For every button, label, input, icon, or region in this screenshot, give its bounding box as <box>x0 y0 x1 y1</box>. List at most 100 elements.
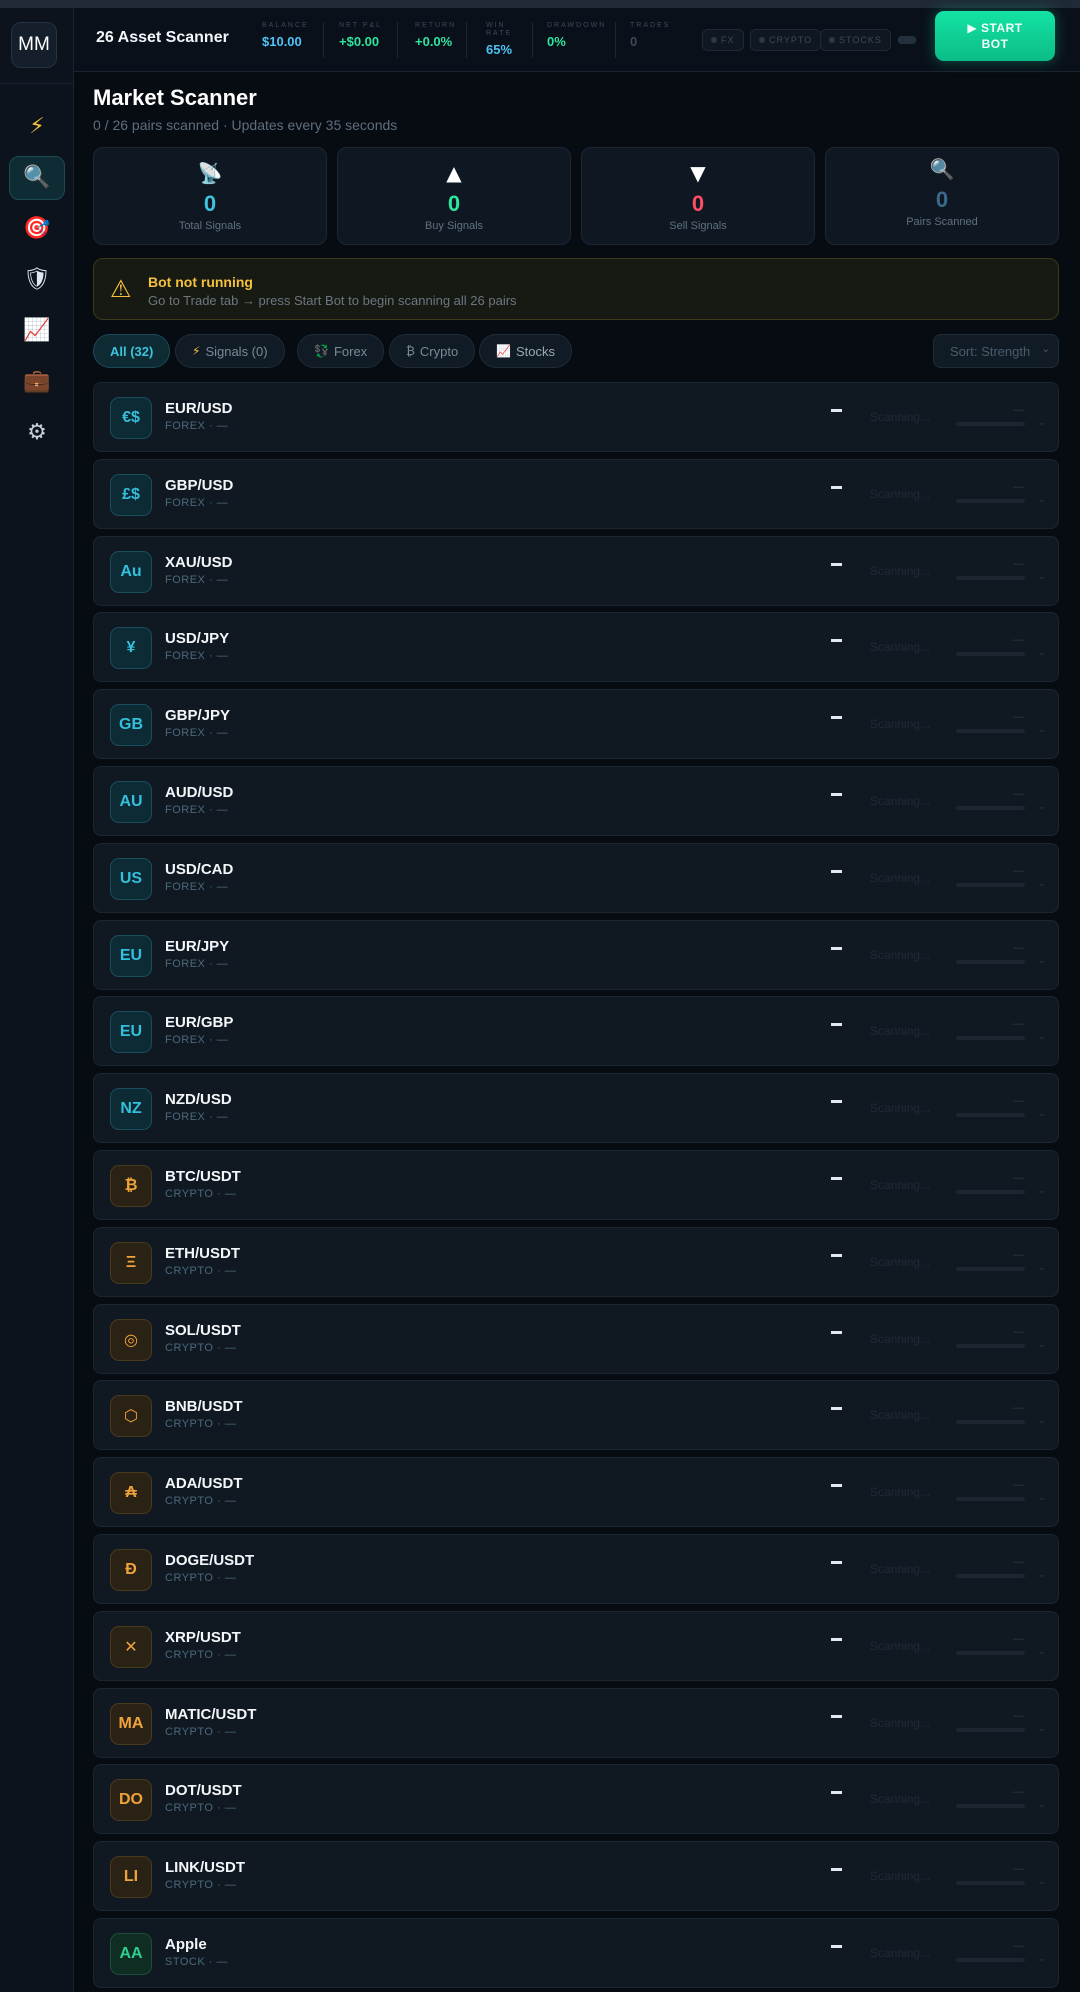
pill-label: FX <box>721 35 735 45</box>
page-subtitle: 0 / 26 pairs scanned · Updates every 35 … <box>93 117 398 133</box>
pill-label: STOCKS <box>839 35 882 45</box>
sidebar-item-targets[interactable]: 🎯 <box>9 207 65 251</box>
filter-chip-stocks[interactable]: 📈 Stocks <box>479 334 572 368</box>
chevron-down-icon[interactable]: ⌄ <box>1038 879 1046 889</box>
scanner-row[interactable]: ₿ BTC/USDT CRYPTO · — Scanning... — ⌄ <box>93 1150 1059 1220</box>
market-pill-crypto[interactable]: CRYPTO <box>750 29 822 51</box>
chevron-down-icon[interactable]: ⌄ <box>1038 1187 1046 1196</box>
stat-label: Return <box>415 22 457 29</box>
strength-bar <box>956 1420 1025 1425</box>
signal-dash-icon <box>831 1714 842 1718</box>
market-pill-fx[interactable]: FX <box>702 29 744 51</box>
chip-label: Stocks <box>515 343 555 359</box>
shield-icon: 🛡 <box>23 267 51 292</box>
asset-symbol: ADA/USDT <box>165 1475 243 1493</box>
chevron-down-icon[interactable]: ⌄ <box>1038 572 1046 582</box>
chevron-down-icon[interactable]: ⌄ <box>1038 803 1046 812</box>
chevron-down-icon[interactable]: ⌄ <box>1038 1878 1046 1887</box>
asset-symbol: MATIC/USDT <box>165 1705 257 1723</box>
sidebar-item-portfolio[interactable]: 💼 <box>9 360 65 404</box>
scanner-row[interactable]: Ξ ETH/USDT CRYPTO · — Scanning... — ⌄ <box>93 1226 1059 1297</box>
card-label: Total Signals <box>178 220 242 232</box>
filter-chip-crypto[interactable]: ₿ Crypto <box>389 334 476 368</box>
bot-status-alert: ⚠ Bot not running Go to Trade tab → pres… <box>93 258 1059 320</box>
scanner-row[interactable]: AA Apple STOCK · — Scanning... — ⌄ <box>93 1918 1059 1988</box>
mini-toggle[interactable] <box>898 36 916 44</box>
chevron-down-icon[interactable]: ⌄ <box>1038 1955 1046 1964</box>
scanner-row[interactable]: NZ NZD/USD FOREX · — Scanning... — ⌄ <box>93 1073 1059 1144</box>
asset-symbol: EUR/GBP <box>165 1014 234 1032</box>
scanner-row[interactable]: MA MATIC/USDT CRYPTO · — Scanning... — ⌄ <box>93 1687 1059 1758</box>
market-pill-stocks[interactable]: STOCKS <box>820 29 891 51</box>
chevron-down-icon[interactable]: ⌄ <box>1038 1340 1046 1350</box>
chevron-down-icon[interactable]: ⌄ <box>1038 1571 1046 1580</box>
card-buy-signals: ▲ 0 Buy Signals <box>337 147 571 245</box>
scanner-row[interactable]: Ð DOGE/USDT CRYPTO · — Scanning... — ⌄ <box>93 1534 1059 1604</box>
sidebar-item-trade[interactable]: ⚡ <box>9 105 65 149</box>
sidebar-item-analytics[interactable]: 📈 <box>9 309 65 353</box>
scanner-row[interactable]: ⬡ BNB/USDT CRYPTO · — Scanning... — ⌄ <box>93 1380 1059 1451</box>
stat-label: Net P&L <box>339 22 383 29</box>
asset-meta: CRYPTO · — <box>165 1418 237 1431</box>
sidebar-item-settings[interactable]: ⚙ <box>9 411 65 455</box>
asset-symbol: BTC/USDT <box>165 1168 241 1185</box>
scanner-row[interactable]: €$ EUR/USD FOREX · — Scanning... — ⌄ <box>93 382 1059 452</box>
scanner-row[interactable]: ¥ USD/JPY FOREX · — Scanning... — ⌄ <box>93 612 1059 683</box>
chevron-down-icon[interactable]: ⌄ <box>1038 1033 1046 1042</box>
filter-chip-forex[interactable]: 💱 Forex <box>297 334 385 368</box>
stat-label: Win Rate <box>486 22 513 37</box>
scanner-row[interactable]: LI LINK/USDT CRYPTO · — Scanning... — ⌄ <box>93 1841 1059 1912</box>
sidebar-item-scanner[interactable]: 🔍 <box>9 156 65 200</box>
status-dot <box>759 37 765 43</box>
asset-meta: CRYPTO · — <box>165 1188 237 1200</box>
scanner-row[interactable]: ◎ SOL/USDT CRYPTO · — Scanning... — ⌄ <box>93 1303 1059 1374</box>
asset-badge: DO <box>110 1779 152 1822</box>
main-content: Market Scanner 0 / 26 pairs scanned · Up… <box>93 85 1059 1988</box>
scan-status: Scanning... <box>870 1024 931 1039</box>
chevron-down-icon[interactable]: ⌄ <box>1038 1801 1046 1810</box>
asset-meta: FOREX · — <box>165 573 229 586</box>
filter-chip-all[interactable]: All (32) <box>93 334 171 368</box>
bitcoin-icon: ₿ <box>406 344 415 358</box>
chevron-down-icon[interactable]: ⌄ <box>1038 495 1046 505</box>
strength-bar <box>956 1113 1025 1118</box>
chevron-down-icon[interactable]: ⌄ <box>1038 956 1046 966</box>
scanner-row[interactable]: US USD/CAD FOREX · — Scanning... — ⌄ <box>93 842 1059 913</box>
scanner-row[interactable]: GB GBP/JPY FOREX · — Scanning... — ⌄ <box>93 689 1059 760</box>
strength-bar <box>956 1650 1025 1655</box>
scanner-row[interactable]: Au XAU/USD FOREX · — Scanning... — ⌄ <box>93 535 1059 606</box>
scanner-row[interactable]: £$ GBP/USD FOREX · — Scanning... — ⌄ <box>93 458 1059 529</box>
stat-value: 65% <box>486 42 513 57</box>
chart-up-icon: 📈 <box>496 344 511 358</box>
asset-badge: £$ <box>110 473 152 516</box>
chevron-down-icon[interactable]: ⌄ <box>1038 1417 1046 1426</box>
scanner-row[interactable]: ✕ XRP/USDT CRYPTO · — Scanning... — ⌄ <box>93 1610 1059 1681</box>
chevron-down-icon: ⌄ <box>1041 344 1050 355</box>
sort-select[interactable]: Sort: Strength ⌄ <box>933 334 1059 368</box>
scanner-row[interactable]: ₳ ADA/USDT CRYPTO · — Scanning... — ⌄ <box>93 1457 1059 1528</box>
chevron-down-icon[interactable]: ⌄ <box>1038 419 1046 428</box>
scan-status: Scanning... <box>870 486 931 501</box>
scan-status: Scanning... <box>870 1715 931 1730</box>
magnifier-icon: 🔍 <box>929 157 955 181</box>
sidebar-divider <box>0 83 74 84</box>
chevron-down-icon[interactable]: ⌄ <box>1038 649 1046 658</box>
scanner-row[interactable]: EU EUR/GBP FOREX · — Scanning... — ⌄ <box>93 996 1059 1067</box>
chevron-down-icon[interactable]: ⌄ <box>1038 726 1046 735</box>
start-bot-button[interactable]: ▶ START BOT <box>935 11 1055 61</box>
chevron-down-icon[interactable]: ⌄ <box>1038 1110 1046 1119</box>
scanner-row[interactable]: DO DOT/USDT CRYPTO · — Scanning... — ⌄ <box>93 1764 1059 1835</box>
filter-chip-signals[interactable]: ⚡ Signals (0) <box>175 334 285 368</box>
scanner-row[interactable]: EU EUR/JPY FOREX · — Scanning... — ⌄ <box>93 919 1059 990</box>
strength-bar <box>956 959 1025 964</box>
app-logo[interactable]: MM <box>11 22 57 68</box>
asset-meta: CRYPTO · — <box>165 1725 237 1738</box>
chevron-down-icon[interactable]: ⌄ <box>1038 1263 1046 1273</box>
card-label: Pairs Scanned <box>906 216 978 228</box>
scanner-row[interactable]: AU AUD/USD FOREX · — Scanning... — ⌄ <box>93 766 1059 836</box>
chevron-down-icon[interactable]: ⌄ <box>1038 1647 1046 1657</box>
chevron-down-icon[interactable]: ⌄ <box>1038 1724 1046 1734</box>
sidebar-item-risk[interactable]: 🛡 <box>9 258 65 302</box>
chevron-down-icon[interactable]: ⌄ <box>1038 1494 1046 1503</box>
scan-status: Scanning... <box>870 1638 931 1653</box>
